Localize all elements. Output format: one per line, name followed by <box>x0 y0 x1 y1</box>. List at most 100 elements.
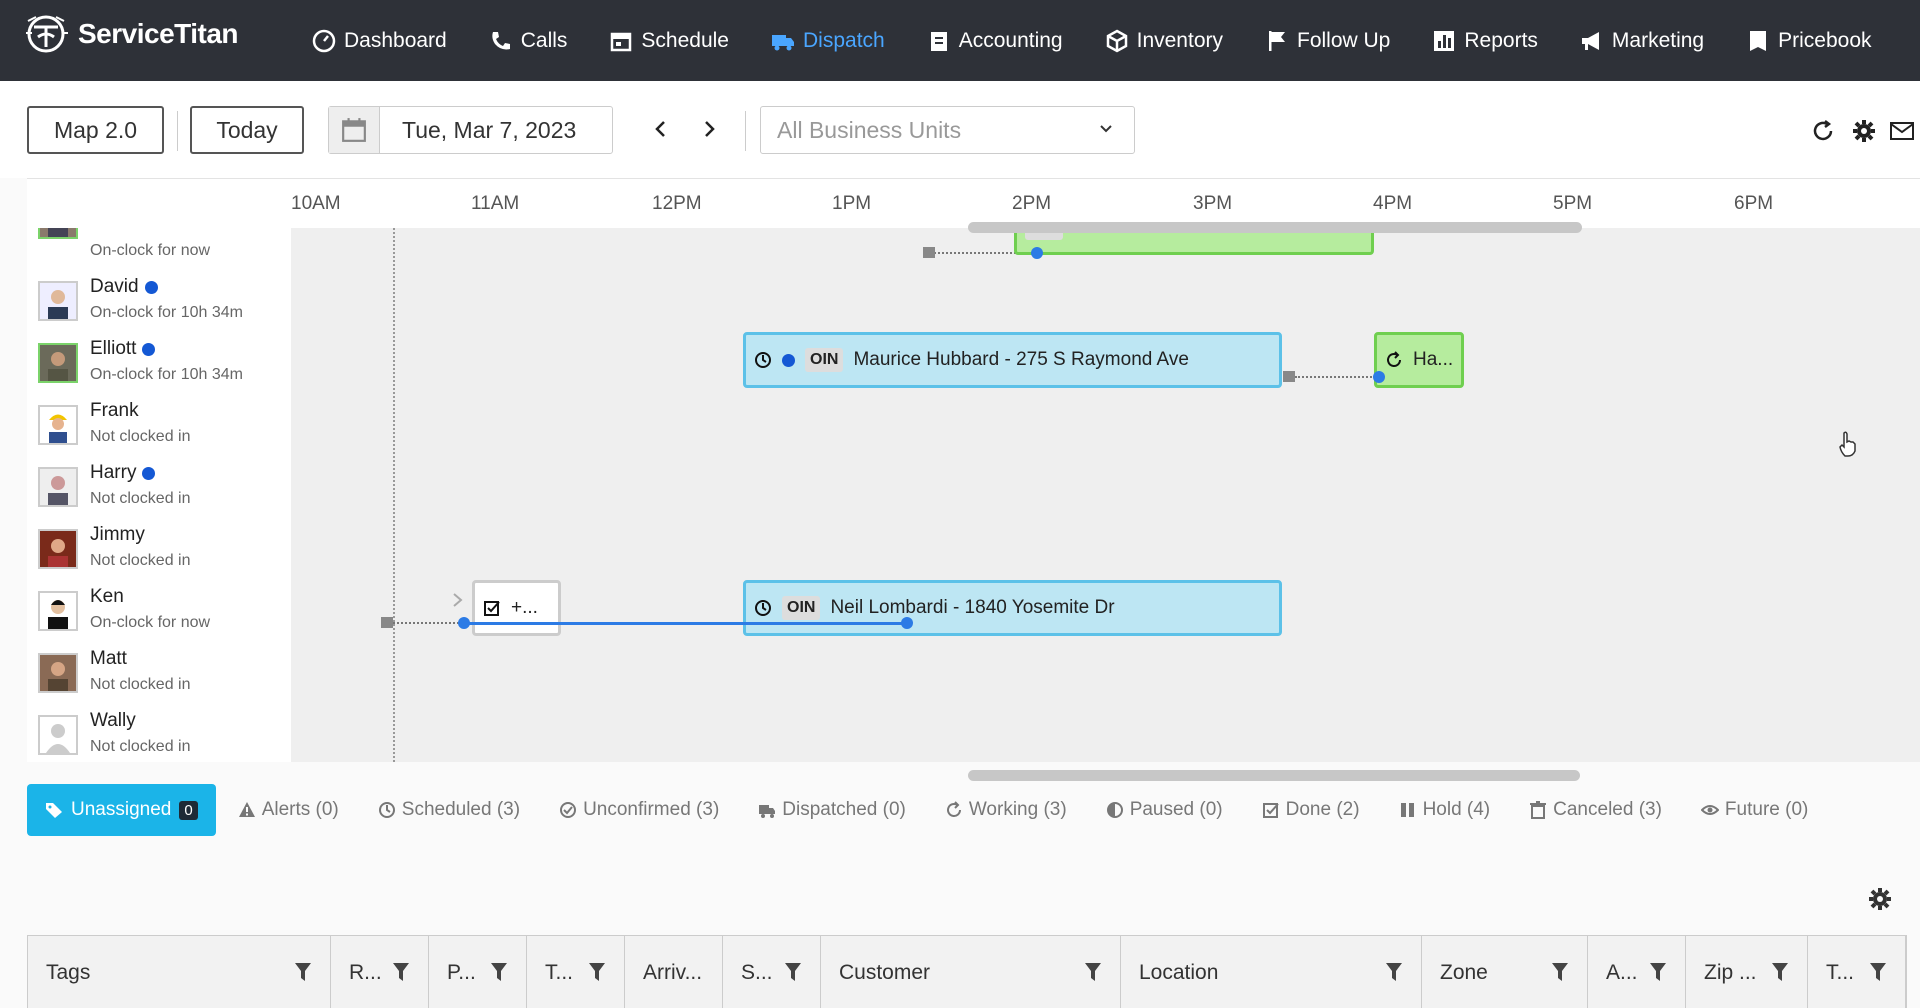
schedule-lane[interactable] <box>291 704 1920 762</box>
nav-follow-up[interactable]: Follow Up <box>1265 29 1390 53</box>
column-header[interactable]: S... <box>723 936 821 1008</box>
column-header[interactable]: T... <box>527 936 625 1008</box>
mail-icon[interactable] <box>1890 119 1914 143</box>
filter-icon[interactable] <box>490 962 508 982</box>
schedule-lane[interactable] <box>291 518 1920 580</box>
refresh-icon <box>1387 351 1401 367</box>
clock-icon <box>755 352 771 368</box>
filter-icon[interactable] <box>588 962 606 982</box>
top-nav: ServiceTitan Dashboard Calls Schedule Di… <box>0 0 1920 81</box>
nav-marketing[interactable]: Marketing <box>1580 29 1704 53</box>
technician-info[interactable]: David On-clock for 10h 34m <box>27 270 291 332</box>
technician-info[interactable]: Harry Not clocked in <box>27 456 291 518</box>
column-header-arrival[interactable]: Arriv... <box>625 936 723 1008</box>
technician-status: Not clocked in <box>90 552 191 569</box>
nav-reports[interactable]: Reports <box>1432 29 1538 53</box>
nav-inventory-label: Inventory <box>1136 28 1223 52</box>
nav-dispatch-label: Dispatch <box>803 28 885 52</box>
date-picker[interactable]: Tue, Mar 7, 2023 <box>328 106 613 154</box>
tab-hold[interactable]: Hold (4) <box>1399 799 1490 821</box>
calendar-icon[interactable] <box>329 107 380 153</box>
refresh-icon[interactable] <box>1811 119 1835 143</box>
tab-canceled[interactable]: Canceled (3) <box>1529 799 1662 821</box>
filter-icon[interactable] <box>784 962 802 982</box>
nav-dashboard[interactable]: Dashboard <box>312 29 447 53</box>
filter-icon[interactable] <box>1771 962 1789 982</box>
nav-dispatch[interactable]: Dispatch <box>771 29 885 53</box>
technician-info[interactable]: Matt Not clocked in <box>27 642 291 704</box>
tab-label: Alerts (0) <box>261 799 339 820</box>
filter-icon[interactable] <box>392 962 410 982</box>
gear-icon[interactable] <box>1852 119 1876 143</box>
business-unit-select[interactable]: All Business Units <box>760 106 1135 154</box>
check-square-icon <box>1262 803 1279 818</box>
avatar <box>38 591 78 631</box>
truck-icon <box>772 34 794 50</box>
technician-info[interactable]: Ken On-clock for now <box>27 580 291 642</box>
column-header-zone[interactable]: Zone <box>1422 936 1588 1008</box>
column-header-customer[interactable]: Customer <box>821 936 1121 1008</box>
megaphone-icon <box>1581 31 1599 50</box>
tab-unconfirmed[interactable]: Unconfirmed (3) <box>559 799 719 821</box>
technician-info[interactable]: Elliott On-clock for 10h 34m <box>27 332 291 394</box>
schedule-lane[interactable] <box>291 642 1920 704</box>
hour-label: 11AM <box>471 193 520 214</box>
nav-inventory[interactable]: Inventory <box>1105 29 1223 53</box>
chevron-left-icon <box>655 121 665 137</box>
tab-alerts[interactable]: Alerts (0) <box>238 799 339 821</box>
schedule-lane[interactable] <box>291 456 1920 518</box>
today-button[interactable]: Today <box>190 106 304 154</box>
clipboard-icon <box>930 31 947 51</box>
technician-row: David On-clock for 10h 34m <box>27 270 1920 332</box>
column-header[interactable]: T... <box>1808 936 1906 1008</box>
tab-unassigned[interactable]: Unassigned 0 <box>27 784 216 836</box>
filter-icon[interactable] <box>294 962 312 982</box>
arrival-dot <box>1031 247 1043 259</box>
technician-info[interactable]: Frank Not clocked in <box>27 394 291 456</box>
filter-icon[interactable] <box>1649 962 1667 982</box>
technician-status: On-clock for now <box>90 614 211 631</box>
filter-icon[interactable] <box>1551 962 1569 982</box>
column-header[interactable]: R... <box>331 936 429 1008</box>
tab-scheduled[interactable]: Scheduled (3) <box>378 799 520 821</box>
timeline-scrollbar[interactable] <box>968 222 1582 233</box>
job-card[interactable]: +... <box>472 580 561 636</box>
filter-icon[interactable] <box>1869 962 1887 982</box>
next-day-button[interactable] <box>697 117 721 141</box>
schedule-lane[interactable] <box>291 270 1920 332</box>
filter-icon[interactable] <box>1385 962 1403 982</box>
prev-day-button[interactable] <box>649 117 673 141</box>
column-header-zip[interactable]: Zip ... <box>1686 936 1808 1008</box>
column-header[interactable]: A... <box>1588 936 1686 1008</box>
jobs-grid-header: Tags R... P... T... Arriv... S... Custom… <box>27 935 1907 1008</box>
job-card[interactable]: OIN Neil Lombardi - 1840 Yosemite Dr <box>743 580 1282 636</box>
nav-accounting[interactable]: Accounting <box>927 29 1063 53</box>
tab-done[interactable]: Done (2) <box>1262 799 1360 821</box>
tab-future[interactable]: Future (0) <box>1700 799 1808 821</box>
nav-schedule[interactable]: Schedule <box>609 29 729 53</box>
job-card[interactable]: OIN Maurice Hubbard - 275 S Raymond Ave <box>743 332 1282 388</box>
technician-info[interactable]: Jimmy Not clocked in <box>27 518 291 580</box>
schedule-lane[interactable] <box>291 394 1920 456</box>
technician-info[interactable]: On-clock for now <box>27 228 291 270</box>
column-header[interactable]: P... <box>429 936 527 1008</box>
technician-info[interactable]: Wally Not clocked in <box>27 704 291 762</box>
nav-schedule-label: Schedule <box>641 28 729 52</box>
brand-logo[interactable]: ServiceTitan <box>24 13 239 55</box>
nav-calls-label: Calls <box>520 28 568 52</box>
tab-working[interactable]: Working (3) <box>945 799 1067 821</box>
tab-paused[interactable]: Paused (0) <box>1106 799 1223 821</box>
tab-dispatched[interactable]: Dispatched (0) <box>758 799 906 821</box>
column-header-location[interactable]: Location <box>1121 936 1422 1008</box>
chevron-right-icon <box>705 121 715 137</box>
nav-pricebook[interactable]: Pricebook <box>1746 29 1872 53</box>
nav-follow-up-label: Follow Up <box>1297 28 1391 52</box>
timeline-scrollbar[interactable] <box>968 770 1580 781</box>
column-header-tags[interactable]: Tags <box>28 936 331 1008</box>
nav-calls[interactable]: Calls <box>489 28 568 53</box>
column-label: T... <box>1826 960 1855 984</box>
map-button[interactable]: Map 2.0 <box>27 106 164 154</box>
job-card[interactable]: Ha... <box>1374 332 1464 388</box>
grid-settings-gear-icon[interactable] <box>1868 887 1892 911</box>
filter-icon[interactable] <box>1084 962 1102 982</box>
